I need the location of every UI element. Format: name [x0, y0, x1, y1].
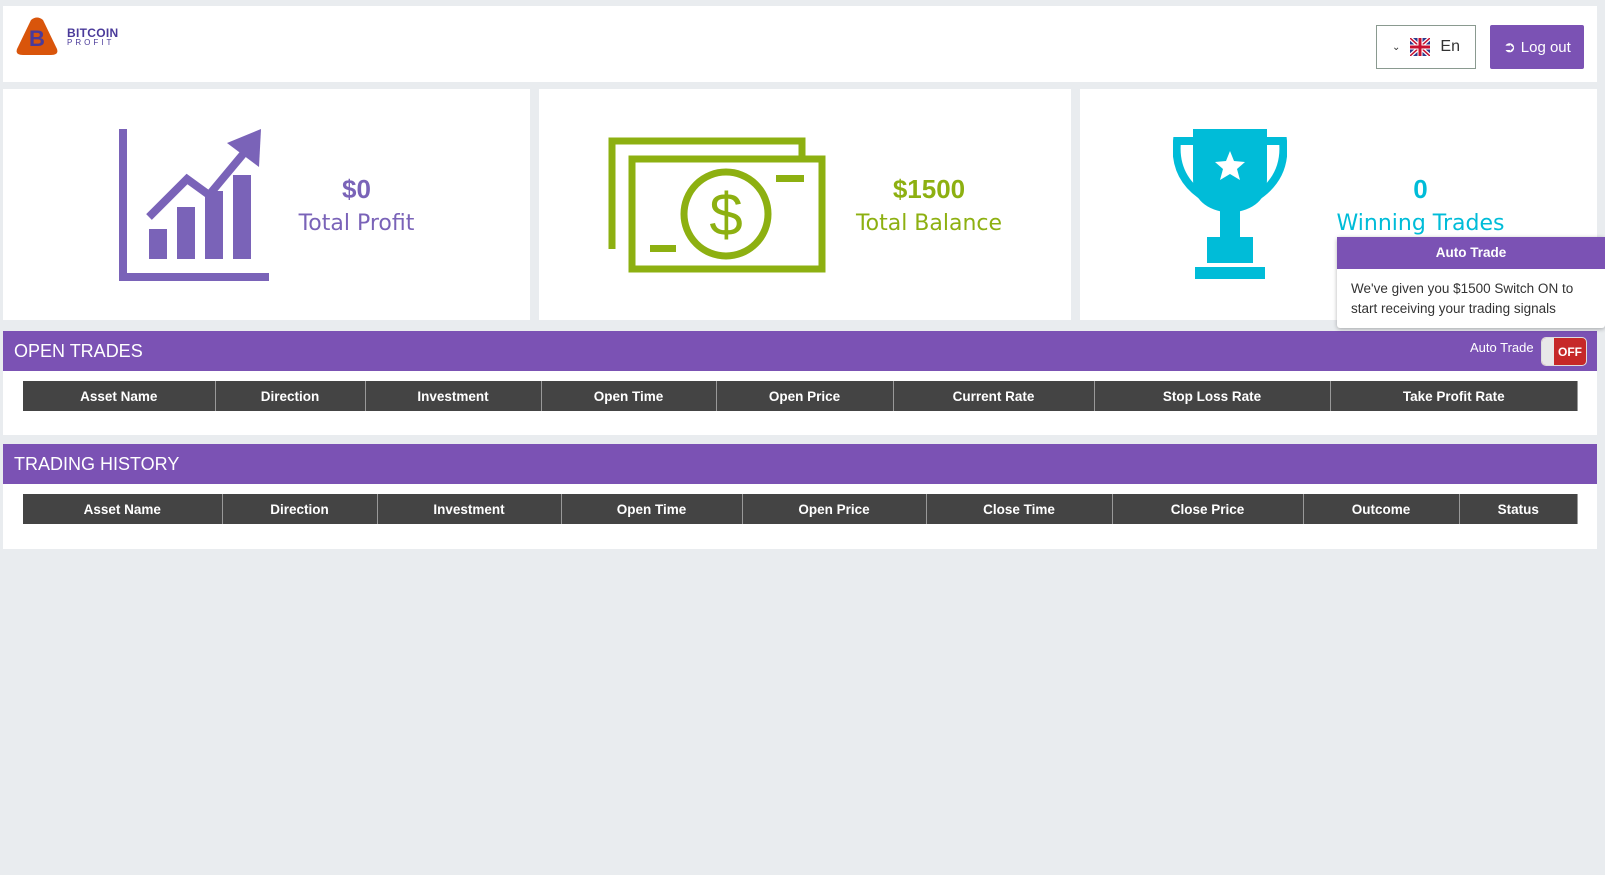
- auto-trade-toggle[interactable]: OFF: [1541, 337, 1587, 366]
- svg-text:$: $: [709, 181, 742, 248]
- chevron-down-icon: ⌄: [1392, 41, 1401, 53]
- column-header[interactable]: Stop Loss Rate: [1094, 381, 1331, 411]
- total-profit-value: $0: [342, 173, 371, 204]
- total-profit-card: $0 Total Profit: [3, 89, 530, 320]
- column-header[interactable]: Open Price: [716, 381, 894, 411]
- column-header[interactable]: Open Time: [561, 494, 743, 524]
- column-header[interactable]: Open Price: [742, 494, 927, 524]
- winning-trades-label: Winning Trades: [1336, 210, 1505, 236]
- chart-growth-icon: [118, 128, 269, 281]
- column-header[interactable]: Direction: [222, 494, 378, 524]
- total-balance-label: Total Balance: [855, 210, 1003, 236]
- column-header[interactable]: Current Rate: [893, 381, 1095, 411]
- column-header[interactable]: Outcome: [1303, 494, 1460, 524]
- total-balance-value: $1500: [892, 173, 966, 204]
- toggle-state: OFF: [1558, 344, 1582, 359]
- tooltip-title: Auto Trade: [1337, 237, 1605, 269]
- total-profit-label: Total Profit: [298, 210, 415, 236]
- trophy-icon: [1172, 128, 1287, 279]
- column-header[interactable]: Open Time: [541, 381, 717, 411]
- column-header[interactable]: Status: [1459, 494, 1578, 524]
- header: [3, 6, 1597, 82]
- column-header[interactable]: Investment: [365, 381, 542, 411]
- auto-trade-label: Auto Trade: [1470, 340, 1534, 355]
- money-bill-icon: $: [608, 137, 826, 272]
- svg-text:B: B: [29, 26, 45, 51]
- column-header[interactable]: Asset Name: [23, 494, 223, 524]
- brand-subname: PROFIT: [67, 38, 115, 47]
- column-header[interactable]: Take Profit Rate: [1330, 381, 1578, 411]
- auto-trade-tooltip: Auto Trade We've given you $1500 Switch …: [1337, 237, 1605, 328]
- tooltip-text: We've given you $1500 Switch ON to start…: [1351, 281, 1574, 316]
- column-header[interactable]: Direction: [215, 381, 366, 411]
- column-header[interactable]: Investment: [377, 494, 562, 524]
- trading-history-table: Asset Name Direction Investment Open Tim…: [23, 494, 1578, 524]
- column-header[interactable]: Close Price: [1112, 494, 1304, 524]
- bitcoin-logo-icon: B: [16, 17, 58, 55]
- open-trades-table: Asset Name Direction Investment Open Tim…: [23, 381, 1578, 411]
- column-header[interactable]: Asset Name: [23, 381, 216, 411]
- total-balance-card: $ $1500 Total Balance: [539, 89, 1071, 320]
- column-header[interactable]: Close Time: [926, 494, 1113, 524]
- open-trades-panel: OPEN TRADES Asset Name Direction Investm…: [3, 331, 1597, 435]
- trading-history-title: TRADING HISTORY: [3, 444, 1597, 484]
- logout-button[interactable]: ➲ Log out: [1490, 25, 1584, 69]
- logout-label: Log out: [1520, 38, 1571, 56]
- trading-history-panel: TRADING HISTORY Asset Name Direction Inv…: [3, 444, 1597, 549]
- logout-icon: ➲: [1503, 39, 1516, 56]
- logo[interactable]: B BITCOIN PROFIT: [15, 17, 118, 57]
- open-trades-title: OPEN TRADES: [3, 331, 1597, 371]
- language-label: En: [1440, 38, 1460, 55]
- winning-trades-value: 0: [1413, 173, 1428, 204]
- uk-flag-icon: [1410, 38, 1431, 56]
- language-select[interactable]: ⌄ En: [1376, 25, 1476, 69]
